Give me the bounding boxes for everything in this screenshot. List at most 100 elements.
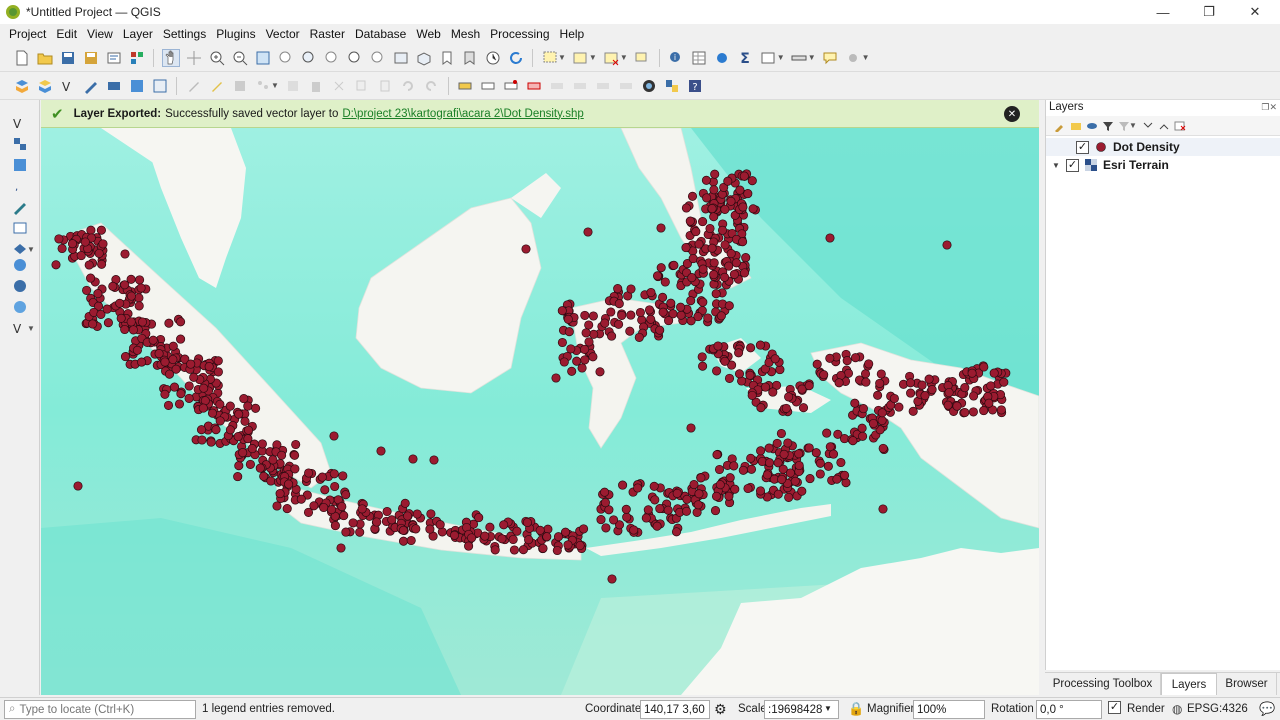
add-mesh-icon[interactable] [128, 77, 146, 95]
rotation-field[interactable]: 0,0 ° [1036, 700, 1102, 719]
settings-gear-icon[interactable] [844, 49, 862, 67]
locator-input[interactable] [19, 703, 180, 716]
python-console-icon[interactable] [663, 77, 681, 95]
lock-scale-icon[interactable]: 🔒 [848, 701, 864, 717]
add-mesh-layer-icon[interactable] [11, 157, 29, 173]
menu-vector[interactable]: Vector [261, 27, 305, 41]
manage-visibility-icon[interactable] [1086, 119, 1099, 132]
statistics-sigma-icon[interactable]: Σ [736, 49, 754, 67]
new-vector-icon[interactable]: V [59, 77, 77, 95]
locator-field[interactable]: ⌕ [4, 700, 196, 719]
save-project-icon[interactable] [59, 49, 77, 67]
field-calculator-icon[interactable] [713, 49, 731, 67]
save-as-icon[interactable] [82, 49, 100, 67]
crs-globe-icon[interactable]: ◍ [1172, 702, 1182, 716]
panel-undock-close-icon[interactable]: ❐✕ [1261, 102, 1277, 113]
cut-features-icon[interactable] [330, 77, 348, 95]
pin-label-icon[interactable] [502, 77, 520, 95]
add-raster-icon[interactable] [105, 77, 123, 95]
zoom-in-icon[interactable] [208, 49, 226, 67]
db-manager-icon[interactable] [36, 77, 54, 95]
zoom-out-icon[interactable] [231, 49, 249, 67]
add-gpx-icon[interactable] [11, 199, 29, 215]
menu-processing[interactable]: Processing [485, 27, 554, 41]
tab-browser[interactable]: Browser [1217, 673, 1277, 695]
select-by-value-icon[interactable] [571, 49, 589, 67]
scale-dropdown-icon[interactable]: ▼ [824, 704, 832, 713]
add-delimited-text-icon[interactable]: , [11, 178, 29, 194]
add-point-icon[interactable] [254, 77, 272, 95]
zoom-layer-icon[interactable] [300, 49, 318, 67]
tab-layers[interactable]: Layers [1161, 673, 1217, 695]
menu-layer[interactable]: Layer [118, 27, 158, 41]
rotate-label-icon[interactable] [594, 77, 612, 95]
zoom-selection-icon[interactable] [277, 49, 295, 67]
add-wfs-icon[interactable] [11, 278, 29, 294]
add-wms-icon[interactable] [11, 257, 29, 273]
filter-legend-icon[interactable] [1102, 119, 1115, 132]
paste-features-icon[interactable] [376, 77, 394, 95]
map-tips-icon[interactable] [821, 49, 839, 67]
layer-styling-icon[interactable] [1054, 119, 1067, 132]
coordinate-field[interactable]: 140,17 3,60 [640, 700, 710, 719]
data-source-manager-icon[interactable] [13, 77, 31, 95]
add-virtual-layer-icon[interactable] [151, 77, 169, 95]
toggle-extents-icon[interactable]: ⚙ [714, 701, 727, 718]
layer-visibility-checkbox[interactable]: ✓ [1066, 158, 1079, 172]
quick-osm-icon[interactable] [640, 77, 658, 95]
move-label-icon[interactable] [571, 77, 589, 95]
menu-plugins[interactable]: Plugins [211, 27, 260, 41]
menu-web[interactable]: Web [411, 27, 445, 41]
highlight-label-icon[interactable] [479, 77, 497, 95]
menu-view[interactable]: View [82, 27, 118, 41]
print-layout-icon[interactable] [105, 49, 123, 67]
zoom-full-icon[interactable] [254, 49, 272, 67]
add-raster-layer-icon[interactable] [11, 136, 29, 152]
zoom-native-icon[interactable] [323, 49, 341, 67]
show-hide-label-icon[interactable] [548, 77, 566, 95]
add-group-icon[interactable] [1070, 119, 1083, 132]
unpin-label-icon[interactable] [525, 77, 543, 95]
close-message-icon[interactable]: ✕ [1004, 106, 1020, 122]
attribute-table-icon[interactable] [690, 49, 708, 67]
add-postgis-icon[interactable] [11, 241, 29, 257]
add-wcs-icon[interactable] [11, 299, 29, 315]
layer-visibility-checkbox[interactable]: ✓ [1076, 140, 1089, 154]
vertex-tool-icon[interactable] [284, 77, 302, 95]
menu-raster[interactable]: Raster [305, 27, 350, 41]
menu-mesh[interactable]: Mesh [446, 27, 485, 41]
expand-arrow-icon[interactable]: ▼ [1052, 161, 1062, 170]
menu-project[interactable]: Project [4, 27, 51, 41]
pan-to-selection-icon[interactable] [185, 49, 203, 67]
crs-label[interactable]: EPSG:4326 [1187, 703, 1248, 715]
select-features-icon[interactable] [541, 49, 559, 67]
layer-item-esri-terrain[interactable]: ▼ ✓ Esri Terrain [1046, 156, 1280, 174]
menu-settings[interactable]: Settings [158, 27, 211, 41]
style-manager-icon[interactable] [128, 49, 146, 67]
label-tool-icon[interactable] [456, 77, 474, 95]
current-edits-icon[interactable] [208, 77, 226, 95]
digitize-icon[interactable] [82, 77, 100, 95]
message-file-link[interactable]: D:\project 23\kartografi\acara 2\Dot Den… [342, 108, 583, 120]
pan-icon[interactable] [161, 48, 180, 67]
new-map-view-icon[interactable] [392, 49, 410, 67]
redo-icon[interactable] [422, 77, 440, 95]
maximize-button[interactable]: ❐ [1186, 0, 1232, 24]
help-icon[interactable]: ? [686, 77, 704, 95]
undo-icon[interactable] [399, 77, 417, 95]
open-project-icon[interactable] [36, 49, 54, 67]
temporal-controller-icon[interactable] [484, 49, 502, 67]
map-canvas[interactable] [41, 128, 1039, 695]
add-virtual-icon[interactable]: V [11, 320, 29, 336]
change-label-icon[interactable] [617, 77, 635, 95]
delete-selected-icon[interactable] [307, 77, 325, 95]
bookmark-icon[interactable] [438, 49, 456, 67]
new-3d-view-icon[interactable] [415, 49, 433, 67]
minimize-button[interactable]: — [1140, 0, 1186, 24]
expand-all-icon[interactable] [1141, 119, 1154, 132]
new-project-icon[interactable] [13, 49, 31, 67]
layer-item-dot-density[interactable]: ✓ Dot Density [1046, 138, 1280, 156]
menu-edit[interactable]: Edit [51, 27, 82, 41]
remove-layer-icon[interactable] [1173, 119, 1186, 132]
menu-database[interactable]: Database [350, 27, 411, 41]
